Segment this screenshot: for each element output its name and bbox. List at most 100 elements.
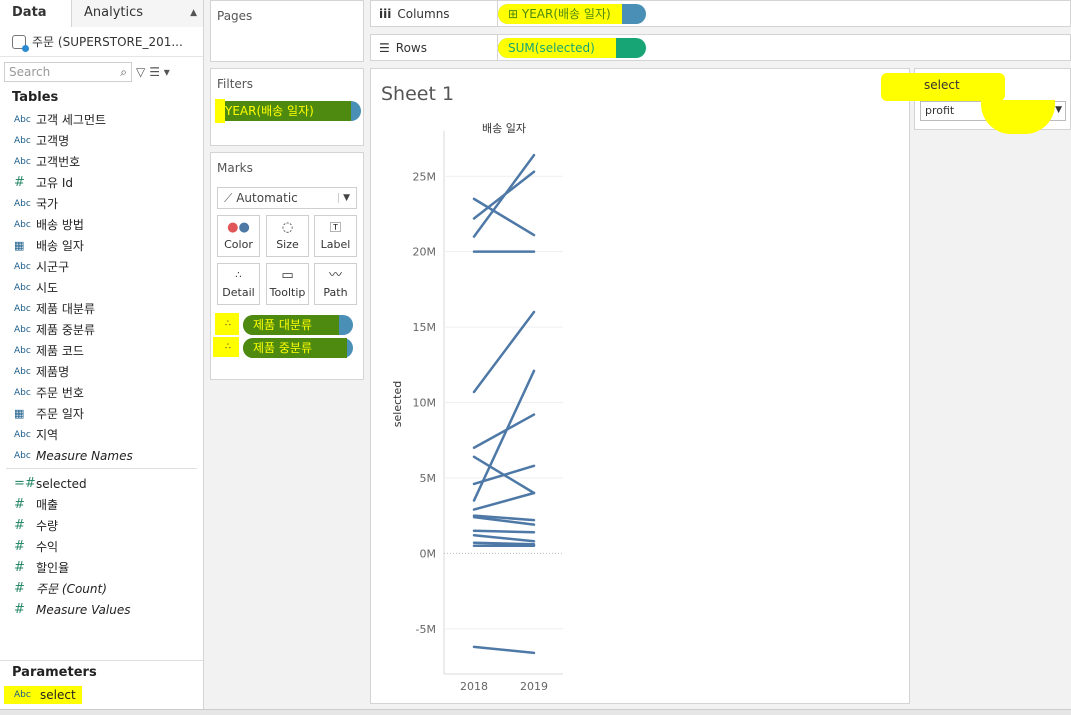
field-name: 매출 — [36, 498, 59, 512]
measure-field[interactable]: # 주문 (Count) — [0, 578, 203, 599]
detail-pill-subcategory[interactable]: 제품 중분류 — [243, 338, 353, 358]
rows-shelf[interactable]: ☰ Rows — [370, 34, 1071, 61]
parameter-item-select[interactable]: Abc select — [0, 684, 82, 705]
size-button[interactable]: ◌ Size — [266, 215, 309, 257]
field-name: 주문 일자 — [36, 407, 84, 421]
line-chart: 배송 일자 selected 25M20M15M10M5M0M-5M 2018 2… — [391, 121, 563, 693]
dimension-field[interactable]: Abc 고객 세그먼트 — [0, 109, 203, 130]
string-type-icon: Abc — [14, 282, 31, 293]
dimension-field[interactable]: Abc 지역 — [0, 424, 203, 445]
field-name: 제품 중분류 — [36, 323, 96, 337]
dimension-field[interactable]: Abc 고객번호 — [0, 151, 203, 172]
field-name: 시도 — [36, 281, 59, 295]
divider — [0, 660, 203, 661]
series-line[interactable] — [472, 413, 536, 449]
series-line[interactable] — [472, 491, 536, 511]
mark-type-label: Automatic — [236, 190, 298, 205]
dimension-field[interactable]: Abc 국가 — [0, 193, 203, 214]
parameter-dropdown[interactable]: profit ▼ — [920, 100, 1066, 134]
highlight-mark — [981, 100, 1055, 134]
dimension-field[interactable]: Abc 배송 방법 — [0, 214, 203, 235]
data-pane-tabs: Data Analytics ▲ — [0, 0, 203, 27]
rows-pill-sum-selected[interactable]: SUM(selected) — [498, 38, 646, 58]
tab-analytics[interactable]: Analytics ▲ — [72, 0, 203, 27]
datasource-item[interactable]: 주문 (SUPERSTORE_201... — [0, 27, 203, 57]
measure-field[interactable]: # 수량 — [0, 515, 203, 536]
series-line[interactable] — [472, 533, 536, 543]
series-line[interactable] — [472, 310, 536, 394]
columns-icon: iii — [379, 6, 392, 21]
number-type-icon: # — [14, 581, 25, 596]
view-options-icon[interactable]: ☰ ▾ — [149, 65, 170, 79]
dimension-field[interactable]: Abc 제품 코드 — [0, 340, 203, 361]
measure-field[interactable]: # 매출 — [0, 494, 203, 515]
pages-shelf[interactable]: Pages — [210, 0, 364, 62]
x-tick-labels: 2018 2019 — [460, 680, 548, 693]
series-line[interactable] — [472, 645, 536, 655]
filters-shelf[interactable]: Filters YEAR(배송 일자) — [210, 68, 364, 146]
parameter-control-title: select — [924, 78, 960, 92]
measure-field[interactable]: # Measure Values — [0, 599, 203, 620]
detail-pill-category[interactable]: 제품 대분류 — [243, 315, 353, 335]
dimension-field[interactable]: # 고유 Id — [0, 172, 203, 193]
field-name: Measure Names — [36, 448, 133, 463]
dimension-field[interactable]: ▦ 주문 일자 — [0, 403, 203, 424]
measure-field[interactable]: # 할인율 — [0, 557, 203, 578]
data-pane: Data Analytics ▲ 주문 (SUPERSTORE_201... S… — [0, 0, 204, 709]
series-line[interactable] — [472, 197, 536, 237]
dimension-field[interactable]: Abc 제품명 — [0, 361, 203, 382]
filter-pill-year[interactable]: YEAR(배송 일자) — [215, 101, 361, 121]
y-tick-label: 15M — [413, 321, 437, 334]
tooltip-button[interactable]: ▭ Tooltip — [266, 263, 309, 305]
columns-title: Columns — [397, 6, 450, 21]
y-tick-label: 10M — [413, 397, 437, 410]
rows-pill-label: SUM(selected) — [498, 38, 616, 58]
rows-icon: ☰ — [379, 40, 390, 55]
measure-field[interactable]: =# selected — [0, 473, 203, 494]
detail-icon: ∴ — [235, 270, 242, 281]
tables-title: Tables — [12, 90, 59, 105]
y-tick-labels: 25M 20M 15M 10M 5M 0M -5M — [413, 170, 437, 636]
field-name: 국가 — [36, 197, 59, 211]
label-button[interactable]: 🅃 Label — [314, 215, 357, 257]
string-type-icon: Abc — [14, 135, 31, 146]
columns-pill-year[interactable]: ⊞ YEAR(배송 일자) — [498, 4, 646, 24]
number-type-icon: # — [14, 497, 25, 512]
string-type-icon: Abc — [14, 219, 31, 230]
series-line[interactable] — [472, 541, 536, 546]
chart-title: 배송 일자 — [482, 121, 526, 135]
dimension-field[interactable]: Abc 시군구 — [0, 256, 203, 277]
series-line[interactable] — [472, 170, 536, 220]
dimension-field[interactable]: Abc 주문 번호 — [0, 382, 203, 403]
marks-card: Marks ⟋ Automatic ▼ ●● Color ◌ Size 🅃 La… — [210, 152, 364, 380]
string-type-icon: Abc — [14, 156, 31, 167]
dimension-field[interactable]: Abc 제품 대분류 — [0, 298, 203, 319]
tab-data[interactable]: Data — [0, 0, 72, 27]
string-type-icon: Abc — [14, 345, 31, 356]
search-input[interactable]: Search ⌕ — [4, 62, 132, 82]
tab-arrows-icon: ▲ — [190, 8, 197, 18]
series-line[interactable] — [472, 529, 536, 534]
sheet-view: Sheet 1 배송 일자 selected 25M 20M 15M 10M 5M 0M -… — [370, 68, 910, 704]
columns-shelf[interactable]: iii Columns — [370, 0, 1071, 27]
color-button[interactable]: ●● Color — [217, 215, 260, 257]
dimension-field[interactable]: Abc Measure Names — [0, 445, 203, 466]
dimension-field[interactable]: Abc 시도 — [0, 277, 203, 298]
measure-field[interactable]: # 수익 — [0, 536, 203, 557]
dimension-field[interactable]: Abc 제품 중분류 — [0, 319, 203, 340]
series-line[interactable] — [472, 464, 536, 486]
detail-button[interactable]: ∴ Detail — [217, 263, 260, 305]
path-button[interactable]: 〰 Path — [314, 263, 357, 305]
mark-type-dropdown[interactable]: ⟋ Automatic ▼ — [217, 187, 357, 209]
dimension-field[interactable]: ▦ 배송 일자 — [0, 235, 203, 256]
field-name: selected — [36, 476, 87, 491]
line-mark-icon: ⟋ — [224, 190, 237, 205]
field-name: 제품 코드 — [36, 344, 84, 358]
dimension-field[interactable]: Abc 고객명 — [0, 130, 203, 151]
chevron-down-icon: ▼ — [1055, 105, 1062, 115]
sheet-tabs-bar[interactable] — [0, 709, 1071, 715]
filter-icon[interactable]: ▽ — [136, 65, 145, 79]
series-lines — [472, 153, 536, 655]
field-name: 제품명 — [36, 365, 70, 379]
measures-list: =# selected # 매출 # 수량 # 수익 # 할인율 # 주문 (Count) # Measu… — [0, 473, 203, 620]
